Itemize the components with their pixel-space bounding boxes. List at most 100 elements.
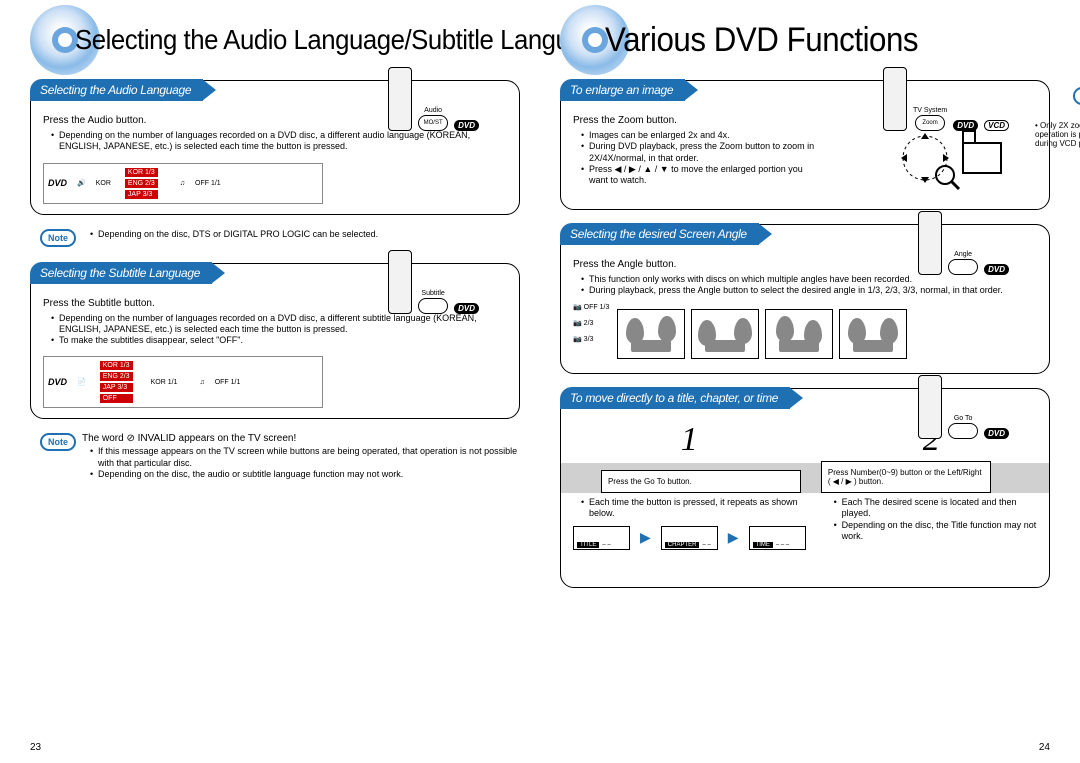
mini-title: TITLE– – <box>573 526 630 550</box>
zoom-diagram-icon <box>895 123 1005 193</box>
bullets-audio: Depending on the number of languages rec… <box>43 130 507 153</box>
title-row: Selecting the Audio Language/Subtitle La… <box>30 10 520 70</box>
strip-text: KOR 1/1 <box>151 379 178 386</box>
bullet: Images can be enlarged 2x and 4x. <box>581 130 823 141</box>
angle-thumb <box>691 309 759 359</box>
bullet: Depending on the disc, the audio or subt… <box>90 469 520 480</box>
remote-icon <box>918 211 942 275</box>
page-left: Selecting the Audio Language/Subtitle La… <box>0 0 540 763</box>
lang-chip: KOR 1/3 <box>100 361 133 370</box>
tab-subtitle: Selecting the Subtitle Language <box>30 262 212 284</box>
bullet: Each The desired scene is located and th… <box>834 497 1037 520</box>
goto-button-icon <box>948 423 978 439</box>
tab-angle-label: Selecting the desired Screen Angle <box>570 227 747 241</box>
bullet: Depending on the number of languages rec… <box>51 130 507 153</box>
remote-block-audio: Audio MO/ST DVD <box>388 67 479 131</box>
step-number-1: 1 <box>681 421 698 459</box>
step1-box: Press the Go To button. <box>601 470 801 493</box>
lang-chip: OFF <box>100 394 133 403</box>
tab-audio-label: Selecting the Audio Language <box>40 83 191 97</box>
lang-chip: ENG 2/3 <box>100 372 133 381</box>
goto-button-top-label: Go To <box>954 415 973 422</box>
subtitle-button-top-label: Subtitle <box>421 290 444 297</box>
panel-subtitle: Selecting the Subtitle Language Subtitle… <box>30 263 520 420</box>
lang-chip: JAP 3/3 <box>100 383 133 392</box>
strip-text: OFF 1/1 <box>215 379 241 386</box>
panel-angle: Selecting the desired Screen Angle Angle… <box>560 224 1050 374</box>
note-text: Depending on the disc, DTS or DIGITAL PR… <box>90 229 520 240</box>
angle-label: 2/3 <box>584 320 594 327</box>
side-note-text: Only 2X zoom operation is possible durin… <box>1035 121 1080 148</box>
tab-audio: Selecting the Audio Language <box>30 79 203 101</box>
note-pill: Note <box>40 229 76 247</box>
note-audio: Note Depending on the disc, DTS or DIGIT… <box>40 229 520 247</box>
page-number-right: 24 <box>1039 742 1050 753</box>
remote-icon <box>388 250 412 314</box>
note-lead: The word ⊘ INVALID appears on the TV scr… <box>82 433 520 444</box>
display-strip-audio: DVD 🔊 KOR KOR 1/3 ENG 2/3 JAP 3/3 ♫ OFF … <box>43 163 323 204</box>
panel-zoom: To enlarge an image TV System Zoom DVD V… <box>560 80 1050 210</box>
audio-button-top-label: Audio <box>424 107 442 114</box>
lang-chip: ENG 2/3 <box>125 179 158 188</box>
page-number-left: 23 <box>30 742 41 753</box>
page-right: Various DVD Functions To enlarge an imag… <box>540 0 1080 763</box>
step1-sub: Each time the button is pressed, it repe… <box>581 497 806 520</box>
angle-side-labels: 📷 OFF 1/3 📷 2/3 📷 3/3 <box>573 303 609 343</box>
strip-text: OFF 1/1 <box>195 180 221 187</box>
mini-panels: TITLE– – ▶ CHAPTER– – ▶ TIME– – – <box>573 526 806 550</box>
panel-audio: Selecting the Audio Language Audio MO/ST… <box>30 80 520 215</box>
strip-text: KOR <box>96 180 111 187</box>
bullet: This function only works with discs on w… <box>581 274 1037 285</box>
tab-zoom: To enlarge an image <box>560 79 685 101</box>
subtitle-button-icon <box>418 298 448 314</box>
tab-angle: Selecting the desired Screen Angle <box>560 223 759 245</box>
remote-icon <box>388 67 412 131</box>
lang-chip: KOR 1/3 <box>125 168 158 177</box>
bullet: To make the subtitles disappear, select … <box>51 335 507 346</box>
angle-button-top-label: Angle <box>954 251 972 258</box>
bullet: Press ◀ / ▶ / ▲ / ▼ to move the enlarged… <box>581 164 823 187</box>
bullet: Depending on the number of languages rec… <box>51 313 507 336</box>
bullet: During DVD playback, press the Zoom butt… <box>581 141 823 164</box>
angle-label: OFF 1/3 <box>584 304 610 311</box>
remote-block-subtitle: Subtitle DVD <box>388 250 479 314</box>
display-strip-subtitle: DVD 📄 KOR 1/3 ENG 2/3 JAP 3/3 OFF KOR 1/… <box>43 356 323 408</box>
remote-block-goto: Go To DVD <box>918 375 1009 439</box>
step2-box: Press Number(0~9) button or the Left/Rig… <box>821 461 991 493</box>
bullet: If this message appears on the TV screen… <box>90 446 520 469</box>
page-title-left: Selecting the Audio Language/Subtitle La… <box>75 24 611 56</box>
dvd-logo-icon: DVD <box>48 178 67 188</box>
title-row-right: Various DVD Functions <box>560 10 1050 70</box>
zoom-button-top-label: TV System <box>913 107 947 114</box>
tab-zoom-label: To enlarge an image <box>570 83 673 97</box>
tab-subtitle-label: Selecting the Subtitle Language <box>40 266 200 280</box>
tab-goto: To move directly to a title, chapter, or… <box>560 387 790 409</box>
note-pill-corner: Note <box>1073 87 1080 105</box>
arrow-right-icon: ▶ <box>728 529 739 546</box>
tab-goto-label: To move directly to a title, chapter, or… <box>570 391 778 405</box>
angle-thumb <box>617 309 685 359</box>
arrow-right-icon: ▶ <box>640 529 651 546</box>
remote-icon <box>883 67 907 131</box>
remote-icon <box>918 375 942 439</box>
panel-goto: To move directly to a title, chapter, or… <box>560 388 1050 588</box>
remote-block-zoom: TV System Zoom DVD VCD <box>883 67 1009 131</box>
mini-chapter: CHAPTER– – <box>661 526 718 550</box>
angle-thumbnails <box>617 309 907 359</box>
mo-st-button-icon: MO/ST <box>418 115 448 131</box>
bullets-zoom: Images can be enlarged 2x and 4x. During… <box>573 130 823 186</box>
zoom-side-note: Only 2X zoom operation is possible durin… <box>1035 121 1080 148</box>
angle-label: 3/3 <box>584 336 594 343</box>
angle-button-icon <box>948 259 978 275</box>
page-title-right: Various DVD Functions <box>605 21 918 60</box>
note-pill: Note <box>40 433 76 451</box>
bullet: During playback, press the Angle button … <box>581 285 1037 296</box>
bullet: Depending on the disc, the Title functio… <box>834 520 1037 543</box>
angle-thumb <box>765 309 833 359</box>
bullets-angle: This function only works with discs on w… <box>573 274 1037 297</box>
note-subtitle: Note The word ⊘ INVALID appears on the T… <box>40 433 520 480</box>
gray-strip: Press the Go To button. Press Number(0~9… <box>561 463 1049 493</box>
angle-thumb <box>839 309 907 359</box>
remote-block-angle: Angle DVD <box>918 211 1009 275</box>
dvd-badge: DVD <box>984 428 1009 439</box>
